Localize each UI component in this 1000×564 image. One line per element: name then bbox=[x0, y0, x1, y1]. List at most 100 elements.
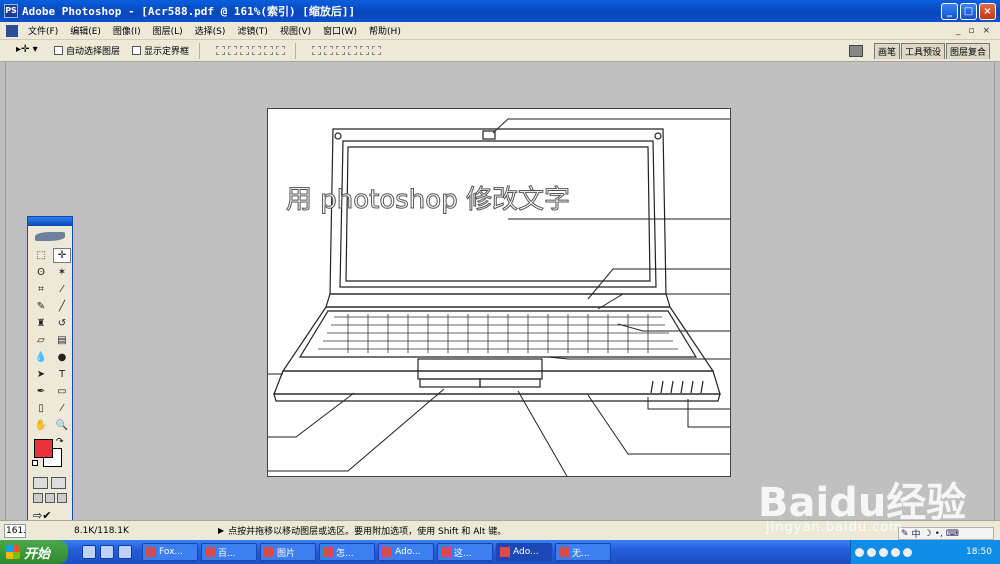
task-button[interactable]: 图片 bbox=[260, 543, 316, 561]
menu-help[interactable]: 帮助(H) bbox=[363, 24, 407, 37]
minimize-button[interactable]: _ bbox=[941, 2, 958, 20]
task-button[interactable]: 百... bbox=[201, 543, 257, 561]
blur-tool-icon[interactable]: 💧 bbox=[32, 350, 50, 365]
task-button[interactable]: 怎... bbox=[319, 543, 375, 561]
task-button[interactable]: Ado... bbox=[378, 543, 434, 561]
menu-edit[interactable]: 编辑(E) bbox=[64, 24, 107, 37]
distribute-left-icon[interactable] bbox=[348, 46, 358, 55]
document-icon[interactable] bbox=[6, 24, 18, 37]
ime-symbol-icon[interactable]: •, bbox=[935, 529, 943, 539]
magic-wand-tool-icon[interactable]: ✶ bbox=[53, 265, 71, 280]
align-hcenter-icon[interactable] bbox=[264, 46, 274, 55]
quick-mask-mode-button[interactable] bbox=[51, 477, 66, 489]
network-icon[interactable] bbox=[891, 547, 900, 557]
history-brush-tool-icon[interactable]: ↺ bbox=[53, 316, 71, 331]
align-left-icon[interactable] bbox=[252, 46, 262, 55]
task-button[interactable]: 这... bbox=[437, 543, 493, 561]
crop-tool-icon[interactable]: ⌗ bbox=[32, 282, 50, 297]
photoshop-app-icon[interactable]: PS bbox=[4, 4, 18, 18]
zoom-tool-icon[interactable]: 🔍 bbox=[53, 418, 71, 433]
foreground-color-swatch[interactable] bbox=[34, 439, 53, 458]
volume-icon[interactable] bbox=[903, 547, 912, 557]
show-desktop-icon[interactable] bbox=[118, 545, 132, 559]
ime-keyboard-icon[interactable]: ⌨ bbox=[946, 529, 959, 539]
menu-view[interactable]: 视图(V) bbox=[274, 24, 317, 37]
align-top-icon[interactable] bbox=[216, 46, 226, 55]
tab-brushes[interactable]: 画笔 bbox=[873, 42, 900, 59]
auto-select-layer-checkbox[interactable]: 自动选择图层 bbox=[54, 44, 120, 57]
distribute-hcenter-icon[interactable] bbox=[360, 46, 370, 55]
overlay-text-layer[interactable]: 用 photoshop 修改文字 bbox=[286, 179, 571, 216]
show-bounding-box-checkbox[interactable]: 显示定界框 bbox=[132, 44, 189, 57]
move-tool-icon[interactable]: ✛ bbox=[53, 248, 71, 263]
gradient-tool-icon[interactable]: ▤ bbox=[53, 333, 71, 348]
path-selection-tool-icon[interactable]: ➤ bbox=[32, 367, 50, 382]
toolbox-title-bar[interactable] bbox=[28, 217, 72, 226]
checkbox-box[interactable] bbox=[132, 46, 142, 55]
healing-brush-tool-icon[interactable]: ✎ bbox=[32, 299, 50, 314]
brush-tool-icon[interactable]: ╱ bbox=[53, 299, 71, 314]
swap-colors-icon[interactable]: ↷ bbox=[56, 437, 64, 447]
doc-restore-button[interactable]: ▫ bbox=[968, 26, 974, 36]
menu-layer[interactable]: 图层(L) bbox=[147, 24, 189, 37]
ime-logo-icon[interactable]: ✎ bbox=[901, 529, 909, 539]
zoom-level-field[interactable]: 161. bbox=[4, 523, 26, 538]
default-colors-icon[interactable] bbox=[32, 460, 38, 466]
notes-tool-icon[interactable]: ▯ bbox=[32, 401, 50, 416]
clone-stamp-tool-icon[interactable]: ♜ bbox=[32, 316, 50, 331]
eraser-tool-icon[interactable]: ▱ bbox=[32, 333, 50, 348]
dodge-tool-icon[interactable]: ● bbox=[53, 350, 71, 365]
tray-icon[interactable] bbox=[855, 547, 864, 557]
print-icon[interactable] bbox=[848, 44, 863, 57]
status-hint: 点按并拖移以移动图层或选区。要用附加选项，使用 Shift 和 Alt 键。 bbox=[228, 527, 507, 537]
standard-mode-button[interactable] bbox=[33, 477, 48, 489]
full-screen-mode-button[interactable] bbox=[57, 493, 67, 503]
menu-select[interactable]: 选择(S) bbox=[189, 24, 232, 37]
tray-icon[interactable] bbox=[879, 547, 888, 557]
lasso-tool-icon[interactable]: ʘ bbox=[32, 265, 50, 280]
marquee-tool-icon[interactable]: ⬚ bbox=[32, 248, 50, 263]
start-button[interactable]: 开始 bbox=[0, 540, 68, 564]
tab-tool-presets[interactable]: 工具预设 bbox=[900, 42, 945, 59]
distribute-right-icon[interactable] bbox=[372, 46, 382, 55]
standard-screen-mode-button[interactable] bbox=[33, 493, 43, 503]
task-button-active[interactable]: Ado... bbox=[496, 543, 552, 561]
adobe-online-button[interactable] bbox=[28, 226, 72, 246]
menu-window[interactable]: 窗口(W) bbox=[317, 24, 363, 37]
menu-file[interactable]: 文件(F) bbox=[22, 24, 64, 37]
shape-tool-icon[interactable]: ▭ bbox=[53, 384, 71, 399]
align-right-icon[interactable] bbox=[276, 46, 286, 55]
eyedropper-tool-icon[interactable]: ⁄ bbox=[53, 401, 71, 416]
pen-tool-icon[interactable]: ✒ bbox=[32, 384, 50, 399]
distribute-vcenter-icon[interactable] bbox=[324, 46, 334, 55]
task-button[interactable]: Fox... bbox=[142, 543, 198, 561]
clock[interactable]: 18:50 bbox=[966, 547, 992, 557]
doc-close-button[interactable]: × bbox=[982, 26, 990, 36]
ime-toolbar[interactable]: ✎ 中 ☽ •, ⌨ bbox=[898, 527, 994, 540]
doc-minimize-button[interactable]: _ bbox=[956, 26, 961, 36]
tool-preset-picker[interactable]: ▸✛ ▾ bbox=[16, 44, 42, 58]
distribute-top-icon[interactable] bbox=[312, 46, 322, 55]
menu-filter[interactable]: 滤镜(T) bbox=[231, 24, 274, 37]
type-tool-icon[interactable]: T bbox=[53, 367, 71, 382]
distribute-bottom-icon[interactable] bbox=[336, 46, 346, 55]
tray-icon[interactable] bbox=[867, 547, 876, 557]
media-player-icon[interactable] bbox=[100, 545, 114, 559]
full-screen-menu-mode-button[interactable] bbox=[45, 493, 55, 503]
tab-layer-comps[interactable]: 图层复合 bbox=[945, 42, 990, 59]
maximize-button[interactable]: □ bbox=[960, 2, 977, 20]
menu-image[interactable]: 图像(I) bbox=[107, 24, 147, 37]
ime-mode-label[interactable]: 中 bbox=[912, 527, 921, 540]
slice-tool-icon[interactable]: ⁄ bbox=[53, 282, 71, 297]
align-vcenter-icon[interactable] bbox=[228, 46, 238, 55]
close-button[interactable]: × bbox=[979, 2, 996, 20]
checkbox-box[interactable] bbox=[54, 46, 63, 55]
show-bounding-box-label: 显示定界框 bbox=[144, 47, 190, 57]
task-button[interactable]: 无... bbox=[555, 543, 611, 561]
align-bottom-icon[interactable] bbox=[240, 46, 250, 55]
document-canvas[interactable]: 用 photoshop 修改文字 bbox=[267, 108, 731, 477]
ime-punct-icon[interactable]: ☽ bbox=[924, 529, 932, 539]
hand-tool-icon[interactable]: ✋ bbox=[32, 418, 50, 433]
status-menu-arrow-icon[interactable]: ▶ bbox=[218, 526, 224, 535]
ie-icon[interactable] bbox=[82, 545, 96, 559]
